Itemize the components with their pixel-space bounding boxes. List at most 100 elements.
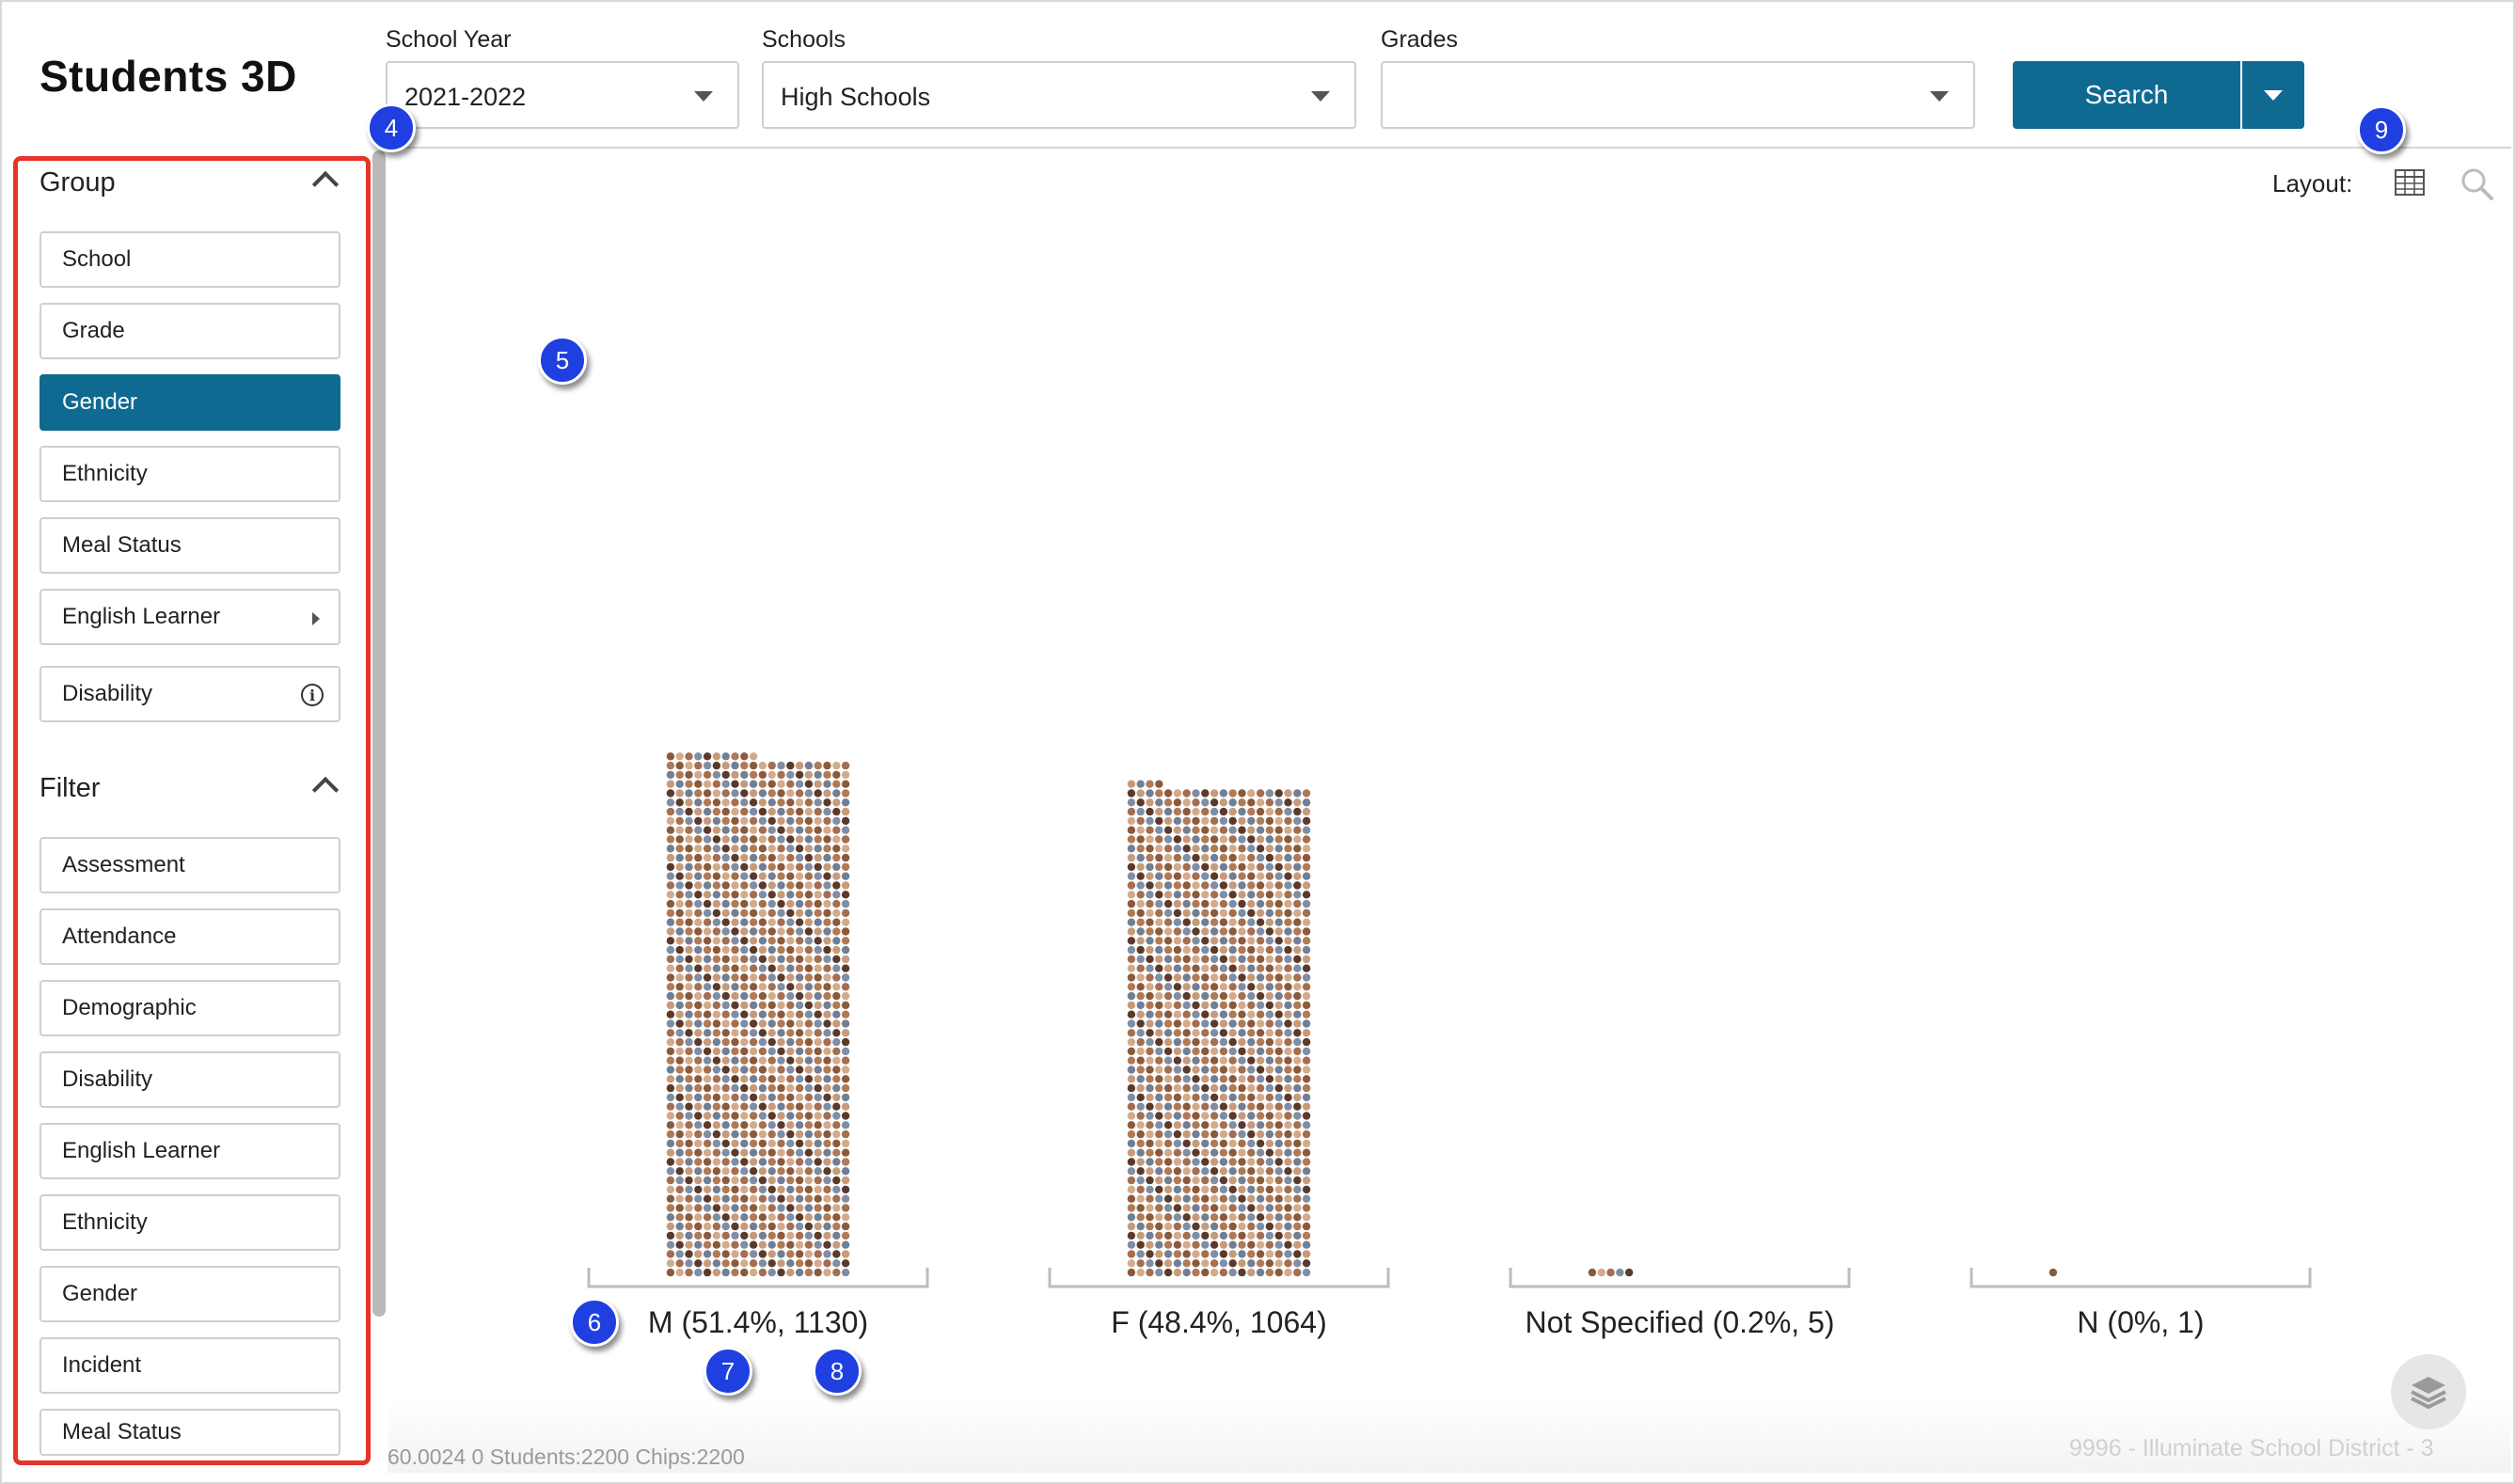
student-chip (712, 983, 721, 991)
student-chip (712, 1240, 721, 1249)
chip-stack-not-specified[interactable] (1588, 1268, 1634, 1277)
student-chip (694, 1259, 703, 1268)
student-chip (675, 872, 684, 880)
student-chip (1136, 945, 1145, 955)
student-chip (694, 1037, 703, 1047)
sidebar-scrollbar[interactable] (372, 150, 386, 1317)
student-chip (666, 891, 675, 899)
student-chip (786, 1268, 795, 1277)
student-chip (1284, 945, 1292, 955)
student-chip (1606, 1268, 1615, 1277)
student-chip (777, 780, 785, 788)
student-chip (685, 955, 693, 964)
student-chip (740, 1001, 749, 1010)
student-chip (731, 1185, 739, 1194)
student-chip (1173, 1075, 1182, 1083)
student-chip (1247, 1268, 1256, 1277)
student-chip (777, 1083, 785, 1093)
student-chip (795, 1213, 804, 1222)
student-chip (804, 1148, 814, 1157)
chip-stack-m[interactable] (666, 752, 850, 1277)
student-chip (1136, 1158, 1145, 1166)
student-chip (731, 1139, 739, 1148)
student-chip (1284, 1029, 1292, 1037)
student-chip (814, 964, 822, 972)
student-chip (1146, 862, 1154, 872)
search-button[interactable]: Search (2013, 61, 2240, 129)
student-chip-chart[interactable]: M (51.4%, 1130) F (48.4%, 1064) Not Specif… (388, 150, 2511, 1476)
student-chip (740, 991, 749, 1001)
student-chip (823, 1158, 831, 1166)
student-chip (1284, 807, 1292, 816)
student-chip (1146, 927, 1154, 936)
student-chip (1256, 1139, 1265, 1148)
student-chip (703, 955, 712, 964)
student-chip (703, 1019, 712, 1028)
chip-stack-f[interactable] (1127, 780, 1311, 1277)
student-chip (795, 937, 804, 945)
student-chip (823, 807, 831, 816)
student-chip (694, 1056, 703, 1065)
student-chip (749, 1102, 758, 1111)
student-chip (703, 826, 712, 834)
schools-select[interactable]: High Schools (762, 61, 1356, 129)
student-chip (1247, 1231, 1256, 1240)
grades-select[interactable] (1381, 61, 1975, 129)
student-chip (1201, 899, 1210, 908)
student-chip (666, 1121, 675, 1129)
search-options-button[interactable] (2242, 61, 2304, 129)
student-chip (786, 1240, 795, 1249)
student-chip (694, 835, 703, 844)
student-chip (721, 872, 730, 880)
student-chip (1173, 1112, 1182, 1120)
student-chip (1163, 991, 1173, 1001)
student-chip (712, 1010, 721, 1018)
student-chip (804, 853, 814, 862)
student-chip (832, 1176, 841, 1185)
student-chip (1265, 945, 1274, 955)
student-chip (832, 899, 841, 908)
student-chip (749, 1093, 758, 1102)
student-chip (1302, 1019, 1311, 1028)
student-chip (1238, 826, 1246, 834)
student-chip (1163, 1139, 1173, 1148)
student-chip (703, 752, 712, 761)
student-chip (795, 1231, 804, 1240)
student-chip (1293, 1056, 1302, 1065)
student-chip (721, 807, 730, 816)
student-chip (721, 1259, 730, 1268)
student-chip (721, 973, 730, 982)
student-chip (685, 1240, 693, 1249)
school-year-select[interactable]: 2021-2022 (386, 61, 739, 129)
student-chip (1127, 1158, 1136, 1166)
student-chip (832, 973, 841, 982)
student-chip (767, 853, 776, 862)
student-chip (1247, 1148, 1256, 1157)
student-chip (712, 1056, 721, 1065)
student-chip (1182, 789, 1191, 797)
student-chip (1274, 991, 1283, 1001)
student-chip (841, 798, 850, 807)
student-chip (721, 1083, 730, 1093)
student-chip (1155, 1019, 1163, 1028)
student-chip (703, 891, 712, 899)
layers-button[interactable] (2391, 1354, 2466, 1429)
student-chip (694, 1093, 703, 1102)
student-chip (1274, 1158, 1283, 1166)
student-chip (1136, 789, 1145, 797)
student-chip (749, 1222, 758, 1231)
student-chip (795, 1176, 804, 1185)
student-chip (823, 770, 831, 780)
student-chip (1146, 1083, 1154, 1093)
student-chip (721, 1139, 730, 1148)
student-chip (1127, 1056, 1136, 1065)
student-chip (1182, 945, 1191, 955)
chip-stack-n[interactable] (2048, 1268, 2058, 1277)
student-chip (721, 1176, 730, 1185)
student-chip (823, 789, 831, 797)
student-chip (1293, 908, 1302, 918)
student-chip (767, 789, 776, 797)
student-chip (1136, 1047, 1145, 1056)
student-chip (1127, 1222, 1136, 1231)
student-chip (777, 1158, 785, 1166)
